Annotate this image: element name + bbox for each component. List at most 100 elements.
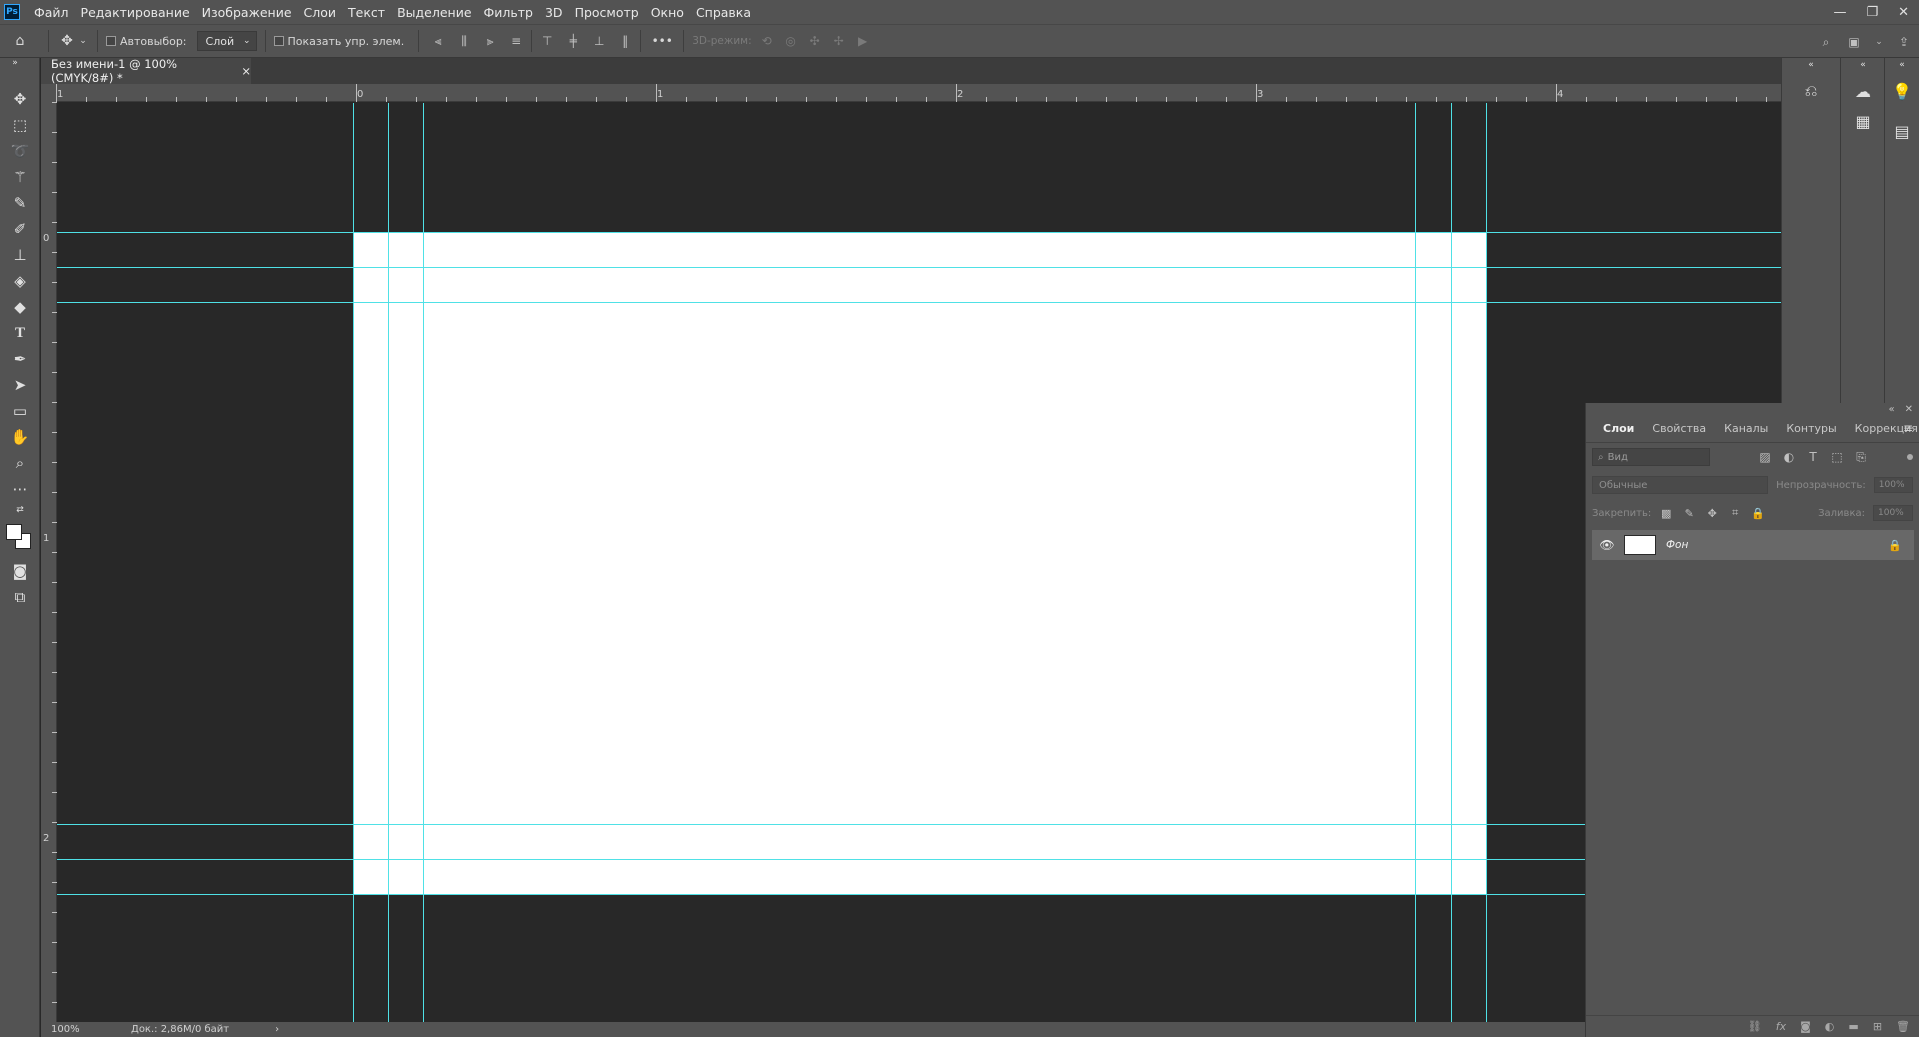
guide-horizontal[interactable] bbox=[57, 824, 1783, 825]
lightbulb-icon[interactable]: 💡 bbox=[1891, 80, 1913, 102]
share-icon[interactable]: ⇪ bbox=[1897, 35, 1911, 49]
filter-toggle-icon[interactable] bbox=[1907, 454, 1913, 460]
pen-tool-icon[interactable]: ✒ bbox=[9, 348, 31, 370]
lock-icon[interactable]: 🔒 bbox=[1888, 539, 1902, 552]
close-button[interactable]: ✕ bbox=[1898, 5, 1909, 20]
collapse-panel-icon[interactable]: » bbox=[4, 58, 26, 68]
align-middle-v-icon[interactable]: ╪ bbox=[566, 34, 580, 48]
guide-vertical[interactable] bbox=[423, 103, 424, 1022]
marquee-tool-icon[interactable]: ⬚ bbox=[9, 114, 31, 136]
canvas-area[interactable] bbox=[57, 103, 1783, 1022]
path-select-tool-icon[interactable]: ➤ bbox=[9, 374, 31, 396]
menu-view[interactable]: Просмотр bbox=[569, 5, 645, 20]
filter-shape-icon[interactable]: ⬚ bbox=[1830, 450, 1844, 464]
menu-filter[interactable]: Фильтр bbox=[478, 5, 539, 20]
brush-tool-icon[interactable]: ✐ bbox=[9, 218, 31, 240]
home-icon[interactable]: ⌂ bbox=[0, 33, 40, 49]
guide-horizontal[interactable] bbox=[57, 267, 1783, 268]
search-icon[interactable]: ⌕ bbox=[1819, 35, 1833, 49]
more-options-button[interactable]: ••• bbox=[649, 34, 675, 48]
type-tool-icon[interactable]: T bbox=[9, 322, 31, 344]
more-tools-icon[interactable]: ⋯ bbox=[9, 478, 31, 500]
filter-type-icon[interactable]: T bbox=[1806, 450, 1820, 464]
lock-artboard-icon[interactable]: ⌗ bbox=[1728, 506, 1742, 520]
delete-layer-icon[interactable]: 🗑 bbox=[1896, 1020, 1910, 1033]
layer-style-icon[interactable]: fx bbox=[1776, 1020, 1786, 1033]
autoselect-dropdown[interactable]: Слой ⌄ bbox=[196, 31, 257, 51]
lock-pixels-icon[interactable]: ✎ bbox=[1682, 506, 1696, 520]
eye-icon[interactable]: 👁 bbox=[1596, 538, 1618, 552]
guide-vertical[interactable] bbox=[1451, 103, 1452, 1022]
lock-position-icon[interactable]: ✥ bbox=[1705, 506, 1719, 520]
guide-horizontal[interactable] bbox=[57, 859, 1783, 860]
guide-vertical[interactable] bbox=[353, 103, 354, 1022]
new-adjustment-icon[interactable]: ◐ bbox=[1825, 1020, 1835, 1033]
close-panel-icon[interactable]: ✕ bbox=[1905, 404, 1913, 415]
chevron-down-icon[interactable]: ⌄ bbox=[1875, 35, 1883, 49]
collapse-panel-icon[interactable]: « bbox=[1852, 60, 1874, 70]
move-tool-icon[interactable]: ✥ bbox=[9, 88, 31, 110]
menu-layers[interactable]: Слои bbox=[298, 5, 343, 20]
menu-3d[interactable]: 3D bbox=[539, 5, 569, 20]
collapse-panel-icon[interactable]: « bbox=[1891, 60, 1913, 70]
tab-paths[interactable]: Контуры bbox=[1777, 422, 1845, 435]
zoom-tool-icon[interactable]: ⌕ bbox=[9, 452, 31, 474]
workspace-icon[interactable]: ▣ bbox=[1847, 35, 1861, 49]
filter-adjustment-icon[interactable]: ◐ bbox=[1782, 450, 1796, 464]
show-transform-checkbox[interactable]: Показать упр. элем. bbox=[273, 35, 404, 48]
checkbox-box[interactable] bbox=[106, 36, 116, 46]
document-tab[interactable]: Без имени-1 @ 100% (CMYK/8#) * × bbox=[41, 57, 251, 85]
restore-button[interactable]: ❐ bbox=[1866, 5, 1878, 20]
new-layer-icon[interactable]: ⊞ bbox=[1873, 1020, 1882, 1033]
lasso-tool-icon[interactable]: ➰ bbox=[9, 140, 31, 162]
menu-file[interactable]: Файл bbox=[28, 5, 75, 20]
hand-tool-icon[interactable]: ✋ bbox=[9, 426, 31, 448]
guide-vertical[interactable] bbox=[1486, 103, 1487, 1022]
guide-horizontal[interactable] bbox=[57, 232, 1783, 233]
collapse-panel-icon[interactable]: « bbox=[1800, 60, 1822, 70]
rectangle-tool-icon[interactable]: ▭ bbox=[9, 400, 31, 422]
layer-row-background[interactable]: 👁 Фон 🔒 bbox=[1592, 530, 1914, 560]
distribute-h-icon[interactable]: ≡ bbox=[509, 34, 523, 48]
chevron-down-icon[interactable]: ⌄ bbox=[77, 36, 89, 46]
layer-filter-search[interactable]: ⌕ Вид bbox=[1592, 448, 1710, 466]
eraser-tool-icon[interactable]: ◈ bbox=[9, 270, 31, 292]
menu-window[interactable]: Окно bbox=[645, 5, 690, 20]
document-canvas[interactable] bbox=[353, 232, 1486, 894]
guide-vertical[interactable] bbox=[388, 103, 389, 1022]
vertical-ruler[interactable]: 0 1 2 bbox=[41, 102, 57, 1022]
distribute-v-icon[interactable]: ‖ bbox=[618, 34, 632, 48]
link-layers-icon[interactable]: ⛓ bbox=[1748, 1020, 1762, 1033]
guide-horizontal[interactable] bbox=[57, 302, 1783, 303]
filter-smart-object-icon[interactable]: ⎘ bbox=[1854, 450, 1868, 464]
new-group-icon[interactable]: ▬ bbox=[1848, 1020, 1858, 1033]
menu-type[interactable]: Текст bbox=[342, 5, 391, 20]
eyedropper-tool-icon[interactable]: ✎ bbox=[9, 192, 31, 214]
roll-3d-icon[interactable]: ◎ bbox=[784, 34, 798, 48]
menu-edit[interactable]: Редактирование bbox=[75, 5, 196, 20]
opacity-input[interactable]: 100% bbox=[1873, 477, 1913, 493]
add-mask-icon[interactable]: ◙ bbox=[1800, 1020, 1811, 1033]
menu-image[interactable]: Изображение bbox=[196, 5, 298, 20]
collapse-panel-icon[interactable]: « bbox=[1888, 404, 1894, 415]
minimize-button[interactable]: — bbox=[1833, 5, 1846, 20]
horizontal-ruler[interactable]: 1 0 1 2 3 4 bbox=[56, 84, 1781, 102]
fill-input[interactable]: 100% bbox=[1873, 505, 1913, 521]
zoom-level[interactable]: 100% bbox=[51, 1024, 111, 1035]
color-icon[interactable]: ☁ bbox=[1852, 80, 1874, 102]
tab-properties[interactable]: Свойства bbox=[1643, 422, 1715, 435]
pan-3d-icon[interactable]: ✣ bbox=[808, 34, 822, 48]
paint-bucket-tool-icon[interactable]: ◆ bbox=[9, 296, 31, 318]
slide-3d-icon[interactable]: ✢ bbox=[832, 34, 846, 48]
screen-mode-icon[interactable]: ⧉ bbox=[9, 586, 31, 608]
move-tool-icon[interactable]: ✥ bbox=[57, 33, 77, 49]
panel-menu-icon[interactable]: ≡ bbox=[1903, 421, 1913, 435]
foreground-color-swatch[interactable] bbox=[6, 524, 22, 540]
align-top-icon[interactable]: ⊤ bbox=[540, 34, 554, 48]
guide-vertical[interactable] bbox=[1415, 103, 1416, 1022]
align-bottom-icon[interactable]: ⊥ bbox=[592, 34, 606, 48]
align-center-h-icon[interactable]: ⫼ bbox=[457, 34, 471, 48]
guide-horizontal[interactable] bbox=[57, 894, 1783, 895]
magic-wand-tool-icon[interactable]: ⚚ bbox=[9, 166, 31, 188]
tab-layers[interactable]: Слои bbox=[1594, 422, 1643, 435]
